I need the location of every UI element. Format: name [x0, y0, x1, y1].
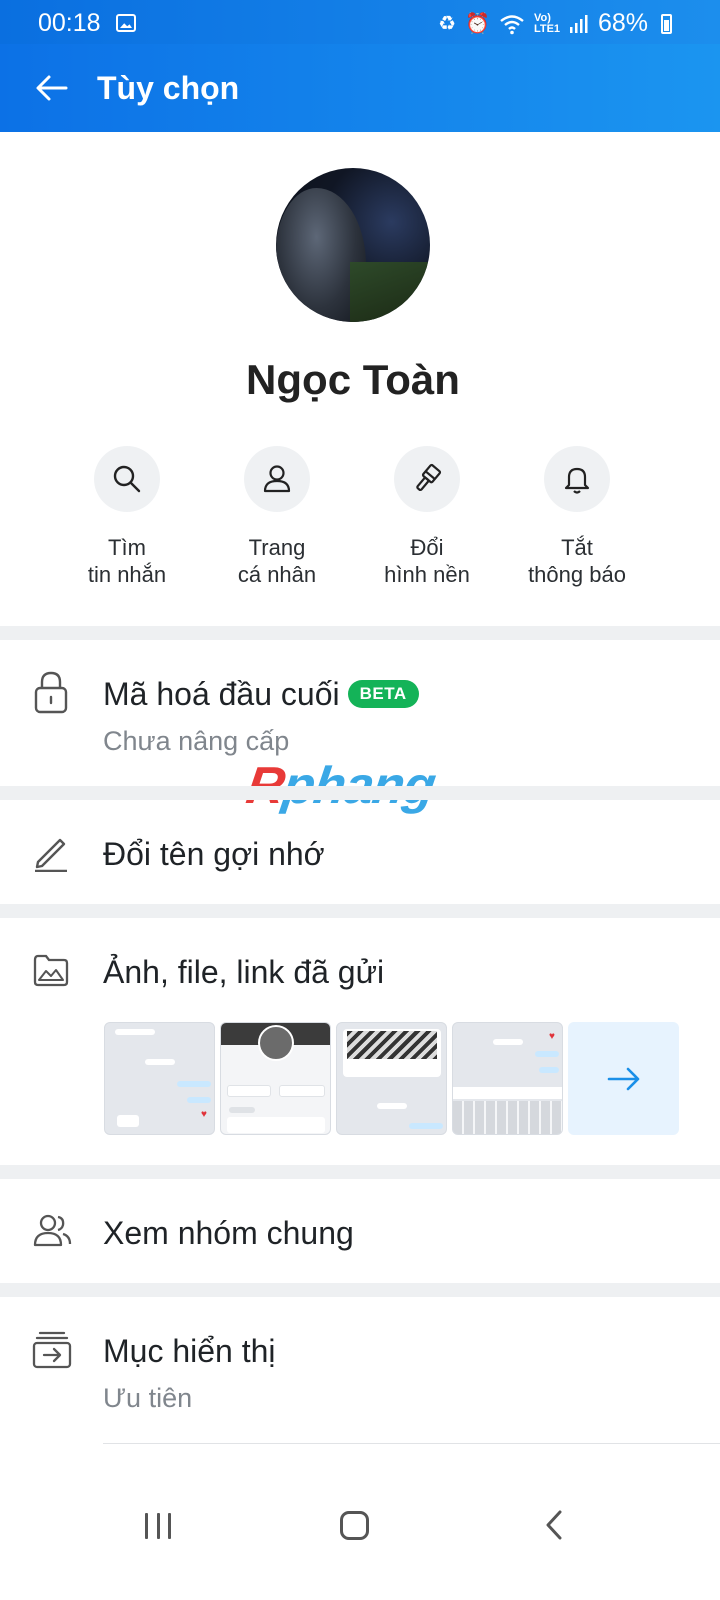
media-thumbnail[interactable]: ♥ — [452, 1022, 563, 1135]
section-divider — [0, 626, 720, 640]
pencil-icon — [35, 838, 67, 872]
action-label: tin nhắn — [87, 562, 167, 587]
action-label: hình nền — [384, 562, 470, 587]
rename-row[interactable]: Đổi tên gợi nhớ — [0, 800, 720, 904]
media-thumbnails: ♥ ♥ — [104, 1022, 679, 1135]
avatar[interactable] — [276, 168, 430, 322]
status-bar: 00:18 ♻ ⏰ Vo) LTE1 68% — [0, 0, 720, 44]
action-label: Tắt — [561, 535, 593, 560]
wifi-icon — [500, 14, 524, 34]
person-icon — [244, 446, 310, 512]
system-nav-bar — [0, 1478, 720, 1600]
signal-icon — [569, 14, 588, 33]
home-icon[interactable] — [340, 1511, 369, 1540]
media-thumbnail[interactable]: ♥ — [104, 1022, 215, 1135]
row-divider — [103, 1443, 720, 1444]
section-divider — [0, 1283, 720, 1297]
battery-icon — [661, 13, 672, 34]
common-groups-row[interactable]: Xem nhóm chung — [0, 1179, 720, 1283]
display-subtitle: Ưu tiên — [103, 1383, 193, 1413]
media-thumbnail[interactable] — [220, 1022, 331, 1135]
beta-badge: BETA — [347, 680, 419, 708]
action-label: cá nhân — [237, 562, 317, 587]
action-label: thông báo — [528, 562, 626, 587]
section-divider — [0, 786, 720, 800]
search-icon — [94, 446, 160, 512]
nav-back-icon[interactable] — [545, 1510, 563, 1540]
change-wallpaper-button[interactable]: Đổi hình nền — [352, 446, 502, 588]
bell-icon — [544, 446, 610, 512]
display-priority-row[interactable]: Mục hiển thị Ưu tiên — [0, 1297, 720, 1443]
group-icon — [33, 1214, 72, 1247]
status-time: 00:18 — [38, 9, 101, 37]
media-title: Ảnh, file, link đã gửi — [103, 954, 385, 990]
encryption-title: Mã hoá đầu cuối — [103, 676, 340, 712]
sync-icon: ♻ — [438, 12, 457, 35]
recents-icon[interactable] — [145, 1513, 171, 1539]
app-bar: Tùy chọn — [0, 44, 720, 132]
search-messages-button[interactable]: Tìm tin nhắn — [52, 446, 202, 588]
mute-notifications-button[interactable]: Tắt thông báo — [502, 446, 652, 588]
action-label: Trang — [248, 535, 306, 560]
action-label: Đổi — [410, 535, 444, 560]
gallery-notification-icon — [116, 14, 136, 32]
back-arrow-icon[interactable] — [32, 68, 72, 108]
action-label: Tìm — [108, 535, 146, 560]
status-icons: ♻ ⏰ Vo) LTE1 68% — [438, 9, 672, 38]
encryption-subtitle: Chưa nâng cấp — [103, 726, 290, 756]
arrow-right-icon — [607, 1067, 639, 1090]
paint-brush-icon — [394, 446, 460, 512]
lock-icon — [34, 671, 68, 714]
profile-name: Ngọc Toàn — [246, 356, 460, 403]
view-all-media-button[interactable] — [568, 1022, 679, 1135]
image-folder-icon — [33, 954, 69, 987]
quick-actions: Tìm tin nhắn Trang cá nhân Đổi hình nền Tắt… — [52, 446, 652, 588]
profile-page-button[interactable]: Trang cá nhân — [202, 446, 352, 588]
move-to-inbox-icon — [32, 1331, 72, 1369]
section-divider — [0, 1165, 720, 1179]
display-title: Mục hiển thị — [103, 1333, 276, 1369]
section-divider — [0, 904, 720, 918]
battery-percent: 68% — [597, 9, 648, 37]
rename-title: Đổi tên gợi nhớ — [103, 836, 325, 872]
alarm-icon: ⏰ — [465, 12, 490, 35]
network-label: Vo) LTE1 — [533, 11, 561, 35]
media-thumbnail[interactable] — [336, 1022, 447, 1135]
page-title: Tùy chọn — [97, 70, 240, 106]
common-groups-title: Xem nhóm chung — [103, 1215, 354, 1251]
